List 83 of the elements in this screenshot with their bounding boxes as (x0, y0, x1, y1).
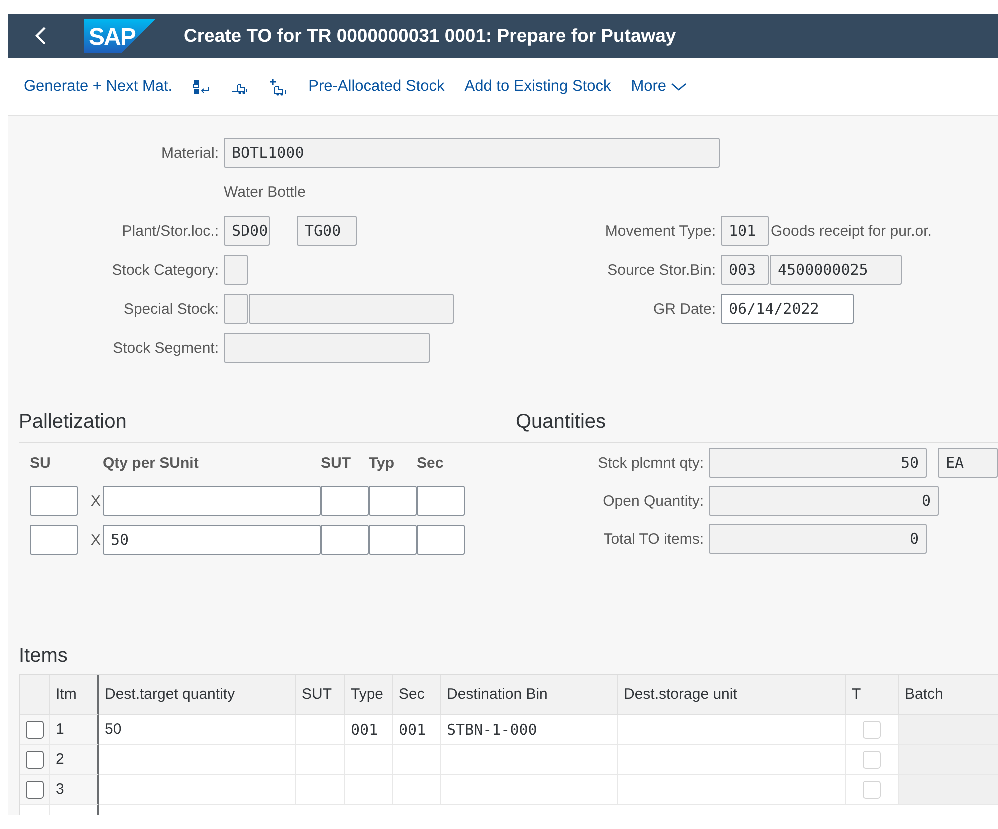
input-field[interactable] (417, 525, 465, 555)
table-cell: 50 (99, 715, 296, 745)
multiplier-sign: X (90, 532, 102, 549)
input-field[interactable] (224, 294, 248, 324)
input-field[interactable] (321, 525, 369, 555)
input-field[interactable] (224, 333, 430, 363)
material-description: Water Bottle (224, 184, 307, 200)
table-cell: 3 (50, 775, 99, 805)
field-label: Plant/Stor.loc.: (121, 222, 219, 240)
input-field[interactable]: 50 (709, 448, 927, 478)
input-field[interactable] (417, 486, 465, 516)
field-description: Goods receipt for pur.or. (771, 222, 932, 240)
row-selector[interactable] (20, 745, 50, 775)
row-selector[interactable] (20, 775, 50, 805)
field-label: Open Quantity: (602, 492, 704, 510)
add-forklift-button[interactable] (268, 78, 289, 96)
column-header: Destination Bin (441, 675, 618, 715)
toolbar-button[interactable]: Pre-Allocated Stock (308, 78, 445, 96)
column-header: Typ (369, 454, 396, 472)
input-field[interactable] (321, 486, 369, 516)
section-title: Palletization (19, 411, 128, 434)
checkbox[interactable] (26, 780, 44, 798)
column-header: Dest.target quantity (99, 675, 296, 715)
field-label: Movement Type: (604, 222, 716, 240)
column-header: SU (30, 454, 52, 472)
table-cell: 001 (345, 715, 393, 745)
column-header: SUT (321, 454, 352, 472)
column-header: Itm (50, 675, 99, 715)
logo: SAP (84, 19, 156, 53)
input-field[interactable] (369, 525, 417, 555)
column-header: Batch (899, 675, 998, 715)
add-forklift-icon (268, 78, 289, 96)
input-field[interactable] (30, 486, 78, 516)
input-field[interactable] (249, 294, 454, 324)
more-menu-button[interactable]: More (631, 78, 687, 96)
table-cell: 1 (50, 715, 99, 745)
column-header: Sec (393, 675, 441, 715)
input-field[interactable] (369, 486, 417, 516)
column-header: Type (345, 675, 393, 715)
enter-button[interactable] (192, 78, 211, 94)
back-icon (35, 26, 47, 46)
input-field[interactable]: TG00 (297, 216, 357, 246)
column-header: SUT (296, 675, 345, 715)
field-label: Special Stock: (122, 300, 219, 318)
input-field[interactable]: SD00 (224, 216, 270, 246)
column-header: Dest.storage unit (618, 675, 846, 715)
checkbox[interactable] (26, 750, 44, 768)
checkbox[interactable] (26, 720, 44, 738)
multiplier-sign: X (90, 493, 102, 510)
field-label: Total TO items: (602, 530, 704, 548)
column-header: Sec (417, 454, 445, 472)
section-title: Quantities (516, 411, 606, 434)
field-label: Source Stor.Bin: (606, 262, 716, 278)
input-field[interactable]: 101 (721, 216, 769, 246)
enter-icon (192, 78, 211, 94)
table-cell: 2 (50, 745, 99, 775)
row-selector[interactable] (20, 715, 50, 745)
section-title: Items (19, 645, 69, 668)
input-field[interactable]: 0 (709, 524, 927, 554)
input-field[interactable]: BOTL1000 (224, 138, 720, 168)
chevron-down-icon (670, 82, 687, 92)
table-cell: 001 (393, 715, 441, 745)
toolbar-button[interactable]: Generate + Next Mat. (24, 78, 173, 96)
input-field[interactable] (30, 525, 78, 555)
field-label: Stock Category: (111, 262, 219, 278)
field-label: GR Date: (652, 300, 716, 318)
table-cell (296, 715, 345, 745)
column-header: Qty per SUnit (103, 454, 200, 472)
input-field[interactable]: 003 (721, 255, 769, 285)
table-cell: STBN-1-000 (441, 715, 618, 745)
toolbar-button[interactable]: Add to Existing Stock (464, 78, 612, 96)
field-label: Stck plcmnt qty: (597, 454, 704, 472)
input-field[interactable]: EA (938, 448, 998, 478)
input-field[interactable] (103, 486, 321, 516)
column-header: T (846, 675, 899, 715)
input-field[interactable]: 0 (709, 486, 939, 516)
input-field[interactable]: 06/14/2022 (721, 294, 854, 324)
field-label: Stock Segment: (112, 340, 219, 356)
page-title: Create TO for TR 0000000031 0001: Prepare for Putaway (184, 25, 676, 47)
input-field[interactable]: 4500000025 (770, 255, 902, 285)
field-label: Material: (160, 144, 219, 162)
input-field[interactable] (224, 255, 248, 285)
input-field[interactable]: 50 (103, 525, 321, 555)
